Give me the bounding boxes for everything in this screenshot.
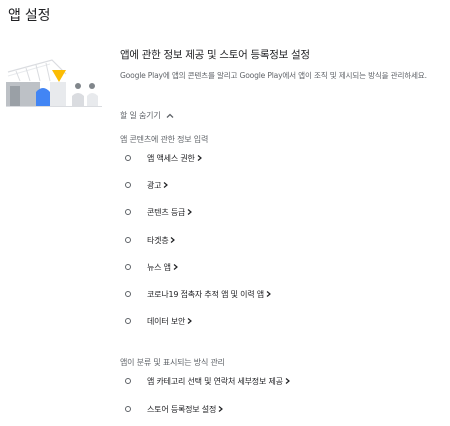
- task-ads[interactable]: 광고: [120, 178, 169, 192]
- group-label-store-presence: 앱이 분류 및 표시되는 방식 관리: [120, 358, 225, 367]
- chevron-right-icon: [187, 209, 193, 215]
- chevron-up-icon: [166, 113, 173, 118]
- task-content-rating[interactable]: 콘텐츠 등급: [120, 205, 193, 219]
- task-label: 타겟층: [147, 235, 169, 245]
- chevron-right-icon: [163, 182, 169, 188]
- app-setup-page: 앱 설정 앱에 관한 정보 제공 및 스토어 등록정보 설정 Google Pl…: [0, 0, 450, 426]
- group-label-app-content: 앱 콘텐츠에 관한 정보 입력: [120, 135, 209, 144]
- step-dot: [125, 237, 131, 243]
- step-dot: [125, 182, 131, 188]
- task-label: 스토어 등록정보 설정: [147, 404, 217, 414]
- task-app-access[interactable]: 앱 액세스 권한: [120, 151, 203, 165]
- task-label: 코로나19 접촉자 추적 앱 및 이력 앱: [147, 289, 264, 299]
- chevron-right-icon: [218, 406, 224, 412]
- task-news-app[interactable]: 뉴스 앱: [120, 260, 179, 274]
- chevron-right-icon: [266, 291, 271, 297]
- task-covid-tracing[interactable]: 코로나19 접촉자 추적 앱 및 이력 앱: [120, 287, 272, 301]
- hide-tasks-toggle[interactable]: 할 일 숨기기: [120, 110, 175, 121]
- task-label: 앱 액세스 권한: [147, 153, 195, 163]
- step-dot: [125, 378, 131, 384]
- hide-tasks-label: 할 일 숨기기: [120, 111, 161, 120]
- chevron-right-icon: [187, 318, 193, 324]
- step-dot: [125, 291, 131, 297]
- task-store-listing[interactable]: 스토어 등록정보 설정: [120, 402, 224, 416]
- task-label: 광고: [147, 180, 162, 190]
- task-label: 콘텐츠 등급: [147, 207, 186, 217]
- chevron-right-icon: [173, 264, 178, 270]
- chevron-right-icon: [197, 155, 202, 161]
- setup-description: Google Play에 앱의 콘텐츠를 알리고 Google Play에서 앱…: [120, 71, 427, 80]
- task-data-safety[interactable]: 데이터 보안: [120, 314, 193, 328]
- task-target-audience[interactable]: 타겟층: [120, 233, 176, 247]
- page-title: 앱 설정: [8, 8, 51, 24]
- step-dot: [125, 264, 131, 270]
- task-label: 데이터 보안: [147, 316, 186, 326]
- step-dot: [125, 318, 131, 324]
- step-dot: [125, 406, 131, 412]
- chevron-right-icon: [171, 237, 176, 243]
- step-dot: [125, 155, 131, 161]
- task-app-category[interactable]: 앱 카테고리 선택 및 연락처 세부정보 제공: [120, 374, 291, 388]
- task-label: 앱 카테고리 선택 및 연락처 세부정보 제공: [147, 376, 283, 386]
- chevron-right-icon: [285, 378, 290, 384]
- step-dot: [125, 209, 131, 215]
- app-setup-illustration: [6, 59, 102, 107]
- task-label: 뉴스 앱: [147, 262, 171, 272]
- setup-heading: 앱에 관한 정보 제공 및 스토어 등록정보 설정: [120, 49, 310, 61]
